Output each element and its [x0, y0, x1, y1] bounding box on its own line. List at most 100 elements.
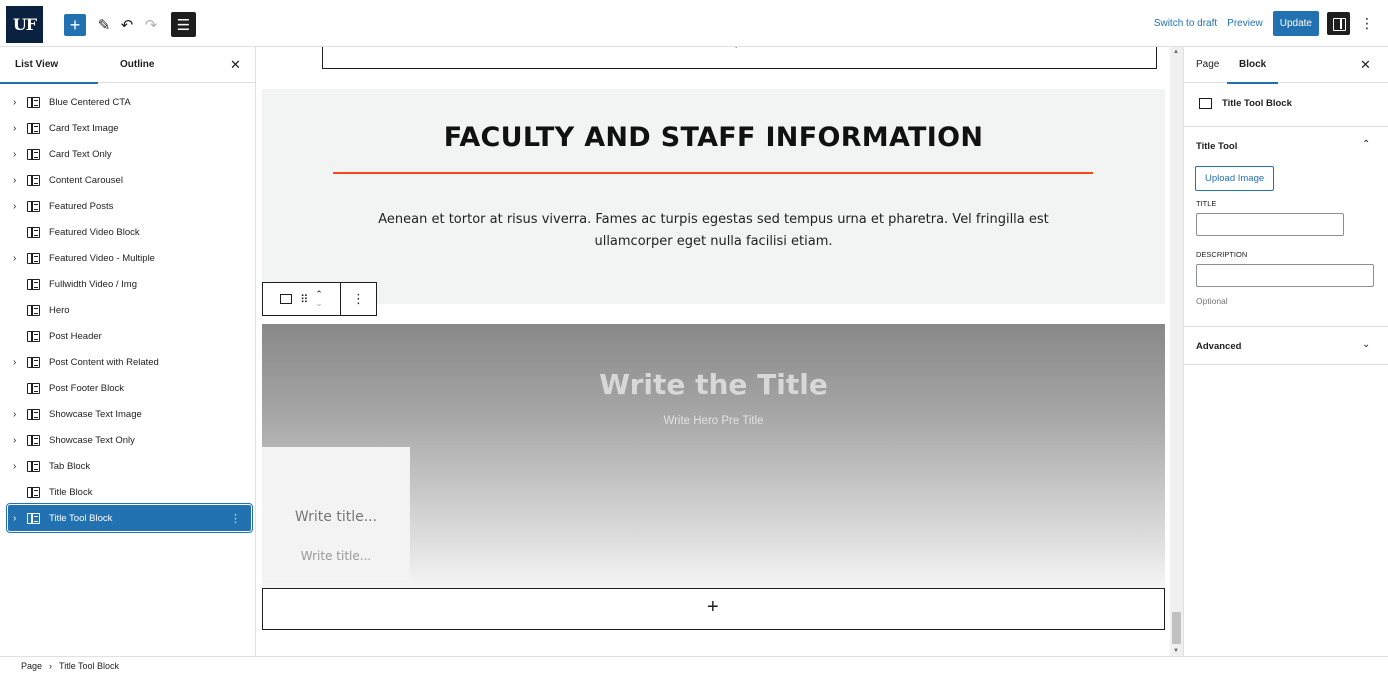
list-item[interactable]: › Showcase Text Image: [0, 401, 255, 427]
scroll-up-arrow-icon[interactable]: ▲: [1173, 49, 1179, 55]
list-item-label: Fullwidth Video / Img: [49, 278, 138, 290]
block-appender-top[interactable]: +: [322, 47, 1157, 69]
hero-title[interactable]: Write the Title: [262, 368, 1165, 401]
chevron-right-icon[interactable]: ›: [13, 513, 23, 524]
chevron-up-icon[interactable]: ⌃: [1362, 139, 1370, 150]
tab-block[interactable]: Block: [1226, 47, 1279, 84]
list-item-label: Hero: [49, 304, 70, 316]
list-item[interactable]: › Title Tool Block ⋮: [6, 503, 253, 533]
editor-canvas: + FACULTY AND STAFF INFORMATION Aenean e…: [257, 47, 1170, 656]
block-icon: [27, 226, 40, 238]
settings-sidebar-icon[interactable]: [1327, 12, 1350, 35]
list-item-label: Post Content with Related: [49, 356, 159, 368]
card-subtitle[interactable]: Write title...: [262, 549, 410, 563]
list-view-panel: List View Outline ✕ › Blue Centered CTA › C…: [0, 47, 256, 656]
block-icon: [27, 96, 40, 108]
panel-title-tool-heading[interactable]: Title Tool: [1196, 141, 1237, 152]
list-item[interactable]: › Featured Posts: [0, 193, 255, 219]
chevron-down-icon[interactable]: ⌄: [1362, 339, 1370, 350]
plus-icon[interactable]: +: [707, 596, 719, 619]
chevron-right-icon[interactable]: ›: [13, 123, 23, 134]
block-toolbar: ⠿ ⌃ ⌄ ⋮: [262, 282, 377, 316]
block-icon: [27, 148, 40, 160]
options-more-icon[interactable]: ⋮: [1358, 15, 1376, 32]
scroll-down-arrow-icon[interactable]: ▼: [1173, 648, 1179, 654]
block-icon: [27, 512, 40, 524]
block-options-icon[interactable]: ⋮: [341, 283, 376, 315]
tab-page[interactable]: Page: [1196, 47, 1219, 83]
chevron-right-icon[interactable]: ›: [13, 409, 23, 420]
chevron-right-icon[interactable]: ›: [13, 201, 23, 212]
chevron-right-icon[interactable]: ›: [13, 97, 23, 108]
tab-list-view[interactable]: List View: [0, 47, 99, 84]
list-item[interactable]: Hero: [0, 297, 255, 323]
drag-handle-icon[interactable]: ⠿: [300, 293, 308, 306]
block-type-icon[interactable]: [280, 294, 293, 304]
add-block-button[interactable]: +: [64, 14, 86, 36]
title-card[interactable]: Write title... Write title...: [262, 447, 410, 580]
switch-to-draft-link[interactable]: Switch to draft: [1154, 18, 1217, 29]
upload-image-button[interactable]: Upload Image: [1195, 166, 1275, 191]
redo-icon[interactable]: ↷: [140, 14, 162, 36]
list-item[interactable]: Featured Video Block: [0, 219, 255, 245]
list-item[interactable]: › Featured Video - Multiple: [0, 245, 255, 271]
close-icon[interactable]: ✕: [230, 57, 241, 73]
block-icon: [27, 460, 40, 472]
title-tool-block[interactable]: Write the Title Write Hero Pre Title Wri…: [262, 324, 1165, 599]
list-item[interactable]: › Showcase Text Only: [0, 427, 255, 453]
list-item[interactable]: › Content Carousel: [0, 167, 255, 193]
card-title[interactable]: Write title...: [262, 509, 410, 525]
list-item[interactable]: › Blue Centered CTA: [0, 89, 255, 115]
list-item-label: Featured Video - Multiple: [49, 252, 155, 264]
uf-logo[interactable]: UF: [6, 6, 43, 43]
block-icon: [27, 330, 40, 342]
list-item-label: Post Header: [49, 330, 102, 342]
canvas-scrollbar[interactable]: ▲ ▼: [1170, 47, 1183, 656]
description-field[interactable]: [1196, 264, 1374, 287]
list-item[interactable]: › Tab Block: [0, 453, 255, 479]
faculty-description[interactable]: Aenean et tortor at risus viverra. Fames…: [372, 209, 1055, 253]
breadcrumb-page[interactable]: Page: [21, 661, 42, 671]
chevron-right-icon[interactable]: ›: [13, 149, 23, 160]
undo-icon[interactable]: ↶: [116, 14, 138, 36]
chevron-right-icon[interactable]: ›: [13, 461, 23, 472]
block-appender-bottom[interactable]: +: [262, 588, 1165, 630]
list-item[interactable]: › Card Text Only: [0, 141, 255, 167]
list-item-label: Showcase Text Image: [49, 408, 142, 420]
list-item[interactable]: Post Header: [0, 323, 255, 349]
plus-icon[interactable]: +: [731, 47, 742, 54]
heading-divider: [333, 172, 1093, 174]
list-item[interactable]: › Post Content with Related: [0, 349, 255, 375]
list-item-label: Tab Block: [49, 460, 91, 472]
preview-link[interactable]: Preview: [1227, 18, 1263, 29]
chevron-right-icon[interactable]: ›: [13, 175, 23, 186]
list-item-label: Showcase Text Only: [49, 434, 135, 446]
chevron-right-icon[interactable]: ›: [13, 357, 23, 368]
hero-pre-title[interactable]: Write Hero Pre Title: [262, 415, 1165, 427]
chevron-right-icon[interactable]: ›: [13, 435, 23, 446]
title-block-faculty[interactable]: FACULTY AND STAFF INFORMATION Aenean et …: [262, 89, 1165, 304]
block-icon: [27, 408, 40, 420]
faculty-heading[interactable]: FACULTY AND STAFF INFORMATION: [262, 122, 1165, 153]
tab-outline[interactable]: Outline: [120, 47, 154, 83]
panel-advanced-heading[interactable]: Advanced: [1196, 341, 1241, 352]
list-item[interactable]: Title Block: [0, 479, 255, 505]
edit-tool-icon[interactable]: ✎: [93, 14, 115, 36]
title-field[interactable]: [1196, 213, 1344, 236]
move-down-icon[interactable]: ⌄: [315, 299, 323, 308]
list-item[interactable]: › Card Text Image: [0, 115, 255, 141]
list-item[interactable]: Fullwidth Video / Img: [0, 271, 255, 297]
panel-advanced[interactable]: Advanced ⌄: [1184, 327, 1388, 365]
update-button[interactable]: Update: [1272, 11, 1319, 36]
item-options-icon[interactable]: ⋮: [230, 512, 241, 525]
list-view-toggle-icon[interactable]: ☰: [171, 12, 196, 37]
block-toolbar-controls: ⠿ ⌃ ⌄: [263, 283, 341, 315]
chevron-right-icon[interactable]: ›: [13, 253, 23, 264]
close-icon[interactable]: ✕: [1360, 57, 1371, 73]
block-icon: [27, 382, 40, 394]
list-item[interactable]: Post Footer Block: [0, 375, 255, 401]
block-icon: [27, 304, 40, 316]
scrollbar-thumb[interactable]: [1172, 612, 1181, 644]
editor-toolbar: UF + ✎ ↶ ↷ ☰ Switch to draft Preview Upd…: [0, 0, 1388, 47]
breadcrumb-separator-icon: ›: [49, 661, 53, 671]
